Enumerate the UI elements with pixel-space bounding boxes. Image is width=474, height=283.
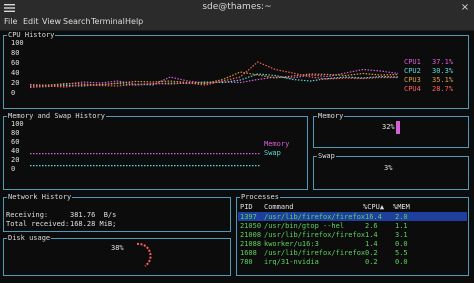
- close-icon[interactable]: ×: [460, 3, 470, 13]
- process-cpu: 0.2: [365, 258, 378, 266]
- memory-legend-label: Memory: [264, 140, 290, 148]
- process-cpu: 1.4: [365, 240, 378, 248]
- process-command: /usr/lib/firefox/firefox: [264, 231, 366, 239]
- receiving-label: Receiving:: [6, 211, 49, 219]
- process-cpu: 2.6: [365, 222, 378, 230]
- menu-bar: File Edit View Search Terminal Help: [0, 16, 474, 31]
- memory-title: Memory: [317, 112, 345, 120]
- cpu3-series-line: [30, 71, 398, 87]
- total-received-label: Total received:: [6, 220, 70, 228]
- disk-usage-title: Disk usage: [7, 234, 52, 242]
- process-cpu: 16.4: [365, 213, 382, 221]
- menu-terminal[interactable]: Terminal: [91, 17, 125, 26]
- memory-swap-history-panel: Memory and Swap History 100 80 60 40 20 …: [3, 112, 308, 190]
- cpu-ytick: 40: [11, 69, 20, 77]
- process-mem: 5.5: [395, 249, 408, 257]
- process-pid: 1397: [240, 213, 257, 221]
- swap-percent: 3%: [384, 164, 393, 172]
- process-row[interactable]: 1397/usr/lib/firefox/firefox 16.4 2.0: [237, 213, 466, 221]
- process-row[interactable]: 21008/usr/lib/firefox/firefox 1.4 3.1: [237, 231, 466, 239]
- cpu-history-panel: CPU History 100 80 60 40 20 0 CPU1 37.1%…: [3, 31, 469, 109]
- process-mem: 0.0: [395, 258, 408, 266]
- process-pid: 780: [240, 258, 253, 266]
- process-row[interactable]: 21050/usr/bin/gtop --hel 2.6 1.1: [237, 222, 466, 230]
- process-mem: 3.1: [395, 231, 408, 239]
- title-bar[interactable]: sde@thames:~ ×: [0, 0, 474, 16]
- process-command: kworker/u16:3: [264, 240, 319, 248]
- processes-title: Processes: [240, 193, 280, 201]
- cpu-ytick: 100: [11, 39, 24, 47]
- cpu-ytick: 80: [11, 49, 20, 57]
- cpu2-legend-value: 30.3%: [432, 67, 454, 75]
- memory-panel: Memory 32%: [313, 112, 469, 148]
- cpu-ytick: 20: [11, 79, 20, 87]
- terminal-window: sde@thames:~ × File Edit View Search Ter…: [0, 0, 474, 283]
- window-title: sde@thames:~: [202, 2, 272, 12]
- network-history-panel: Network History Receiving: 381.76 B/s To…: [3, 193, 231, 232]
- process-mem: 2.0: [395, 213, 408, 221]
- process-pid: 21050: [240, 222, 262, 230]
- memswap-history-chart: [30, 153, 260, 167]
- swap-title: Swap: [317, 152, 336, 160]
- mem-column-header[interactable]: %MEM: [393, 203, 410, 211]
- receiving-value: 381.76 B/s: [70, 211, 117, 219]
- process-mem: 1.1: [395, 222, 408, 230]
- menu-search[interactable]: Search: [63, 17, 90, 26]
- memory-gauge: [396, 121, 400, 134]
- process-row[interactable]: 21088 kworker/u16:3 1.4 0.0: [237, 240, 466, 248]
- menu-edit[interactable]: Edit: [23, 17, 39, 26]
- memswap-ytick: 0: [11, 165, 16, 173]
- processes-panel: Processes PID Command %CPU▲ %MEM 1397/us…: [236, 193, 469, 276]
- process-command: /usr/lib/firefox/firefox: [264, 213, 366, 221]
- process-command: /usr/bin/gtop --hel: [264, 222, 345, 230]
- menu-file[interactable]: File: [4, 17, 17, 26]
- process-cpu: 0.2: [365, 249, 378, 257]
- total-received-value: 168.28 MiB;: [70, 220, 117, 228]
- pid-column-header[interactable]: PID: [240, 203, 253, 211]
- cpu-ytick: 0: [11, 89, 16, 97]
- process-row[interactable]: 780 irq/31-nvidia 0.2 0.0: [237, 258, 466, 266]
- cpu4-legend-label: CPU4: [404, 85, 421, 93]
- cpu1-legend-value: 37.1%: [432, 58, 454, 66]
- memswap-ytick: 20: [11, 156, 20, 164]
- cpu4-legend-value: 28.7%: [432, 85, 454, 93]
- memswap-ytick: 40: [11, 147, 20, 155]
- cpu-column-header[interactable]: %CPU▲: [363, 203, 384, 211]
- swap-panel: Swap 3%: [313, 152, 469, 190]
- process-pid: 1608: [240, 249, 257, 257]
- menu-view[interactable]: View: [42, 17, 61, 26]
- memswap-ytick: 80: [11, 129, 20, 137]
- cpu1-legend-label: CPU1: [404, 58, 421, 66]
- memory-swap-history-title: Memory and Swap History: [7, 112, 106, 120]
- terminal-area[interactable]: CPU History 100 80 60 40 20 0 CPU1 37.1%…: [0, 31, 474, 283]
- process-cpu: 1.4: [365, 231, 378, 239]
- process-row[interactable]: 1608/usr/lib/firefox/firefox 0.2 5.5: [237, 249, 466, 257]
- command-column-header[interactable]: Command: [264, 203, 294, 211]
- memswap-ytick: 100: [11, 120, 24, 128]
- process-pid: 21088: [240, 240, 262, 248]
- process-command: irq/31-nvidia: [264, 258, 319, 266]
- memswap-ytick: 60: [11, 138, 20, 146]
- memory-percent: 32%: [382, 123, 395, 131]
- process-pid: 21008: [240, 231, 262, 239]
- menu-help[interactable]: Help: [125, 17, 143, 26]
- cpu-ytick: 60: [11, 59, 20, 67]
- cpu-history-title: CPU History: [7, 31, 56, 39]
- cpu2-legend-label: CPU2: [404, 67, 421, 75]
- swap-legend-label: Swap: [264, 149, 281, 157]
- cpu-history-chart: [30, 61, 398, 89]
- disk-usage-panel: Disk usage 38%: [3, 234, 231, 276]
- cpu3-legend-value: 35.1%: [432, 76, 454, 84]
- disk-usage-donut: [136, 242, 152, 267]
- process-command: /usr/lib/firefox/firefox: [264, 249, 366, 257]
- network-history-title: Network History: [7, 193, 73, 201]
- cpu3-legend-label: CPU3: [404, 76, 421, 84]
- process-mem: 0.0: [395, 240, 408, 248]
